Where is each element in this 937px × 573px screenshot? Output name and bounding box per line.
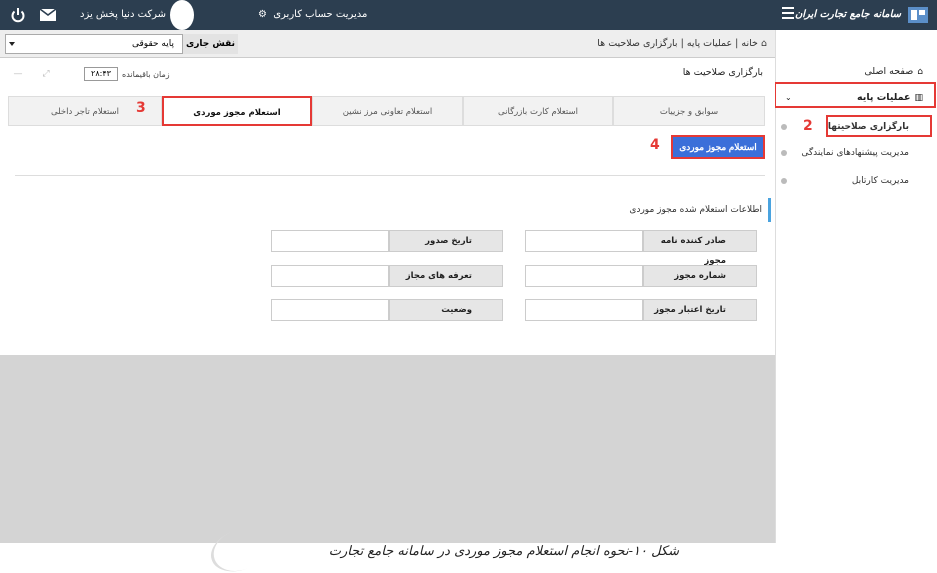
- page-title: بارگزاری صلاحیت ها: [682, 67, 763, 78]
- highlight-box: [774, 82, 936, 108]
- gear-icon: ⚙: [258, 9, 267, 20]
- breadcrumb-item[interactable]: بارگزاری صلاحیت ها: [597, 38, 677, 49]
- breadcrumb-separator: |: [732, 38, 739, 49]
- breadcrumb-separator: |: [677, 38, 684, 49]
- breadcrumb-item[interactable]: خانه: [741, 38, 758, 49]
- figure-caption: شکل ۱۰-نحوه انجام استعلام مجوز موردی در …: [328, 544, 679, 559]
- annotation-label: 2: [803, 118, 813, 134]
- expand-icon[interactable]: ⤢: [34, 66, 58, 82]
- mail-icon[interactable]: [40, 0, 56, 30]
- field-value: [525, 299, 643, 321]
- role-label: نقش جاری: [183, 34, 238, 54]
- field-value: [271, 265, 389, 287]
- sidebar-item-cartable[interactable]: مدیریت کارتابل: [775, 170, 937, 192]
- timer-value: ۲۸:۴۳: [84, 67, 118, 81]
- home-icon: ⌂: [917, 67, 923, 77]
- case-permit-inquiry-button[interactable]: استعلام مجوز موردی: [671, 135, 765, 159]
- brand-logo-icon: [908, 7, 928, 23]
- timer-label: زمان باقیمانده: [122, 70, 170, 79]
- field-label: شماره مجوز: [643, 265, 757, 287]
- minimize-icon[interactable]: —: [6, 66, 30, 82]
- field-label: صادر کننده نامه مجوز: [643, 230, 757, 266]
- chevron-down-icon: [9, 42, 15, 46]
- tab-records[interactable]: سوابق و جزییات: [613, 96, 765, 126]
- breadcrumb: ⌂ خانه | عملیات پایه | بارگزاری صلاحیت ه…: [597, 34, 767, 54]
- tab-commercial-card[interactable]: استعلام کارت بازرگانی: [463, 96, 613, 126]
- tab-bar: سوابق و جزییات استعلام کارت بازرگانی است…: [8, 96, 765, 126]
- tab-border-cooperative[interactable]: استعلام تعاونی مرز نشین: [312, 96, 463, 126]
- field-label: تاریخ اعتبار مجوز: [643, 299, 757, 321]
- account-management-link[interactable]: ⚙ مدیریت حساب کاربری: [258, 0, 371, 30]
- bullet-icon: [781, 150, 787, 156]
- breadcrumb-item[interactable]: عملیات پایه: [687, 38, 732, 49]
- field-label: تاریخ صدور: [389, 230, 503, 252]
- section-title: اطلاعات استعلام شده مجوز موردی: [628, 198, 771, 222]
- main-panel: بارگزاری صلاحیت ها زمان باقیمانده ۲۸:۴۳ …: [0, 58, 775, 355]
- sidebar-sub-label: مدیریت پیشنهادهای نمایندگی: [801, 148, 909, 158]
- field-value: [525, 265, 643, 287]
- power-icon[interactable]: [10, 0, 26, 30]
- field-value: [525, 230, 643, 252]
- field-label: تعرفه های مجاز: [389, 265, 503, 287]
- sidebar-item-home[interactable]: ⌂صفحه اصلی: [775, 60, 937, 84]
- field-value: [271, 299, 389, 321]
- top-bar: سامانه جامع تجارت ایران ⚙ مدیریت حساب کا…: [0, 0, 937, 30]
- brand-title: سامانه جامع تجارت ایران: [794, 9, 901, 20]
- annotation-label: 4: [650, 137, 660, 153]
- role-select[interactable]: پایه حقوقی: [5, 34, 183, 54]
- avatar[interactable]: [170, 0, 194, 30]
- field-label: وضعیت: [389, 299, 503, 321]
- company-name: شرکت دنیا پخش یزد: [80, 9, 167, 20]
- account-management-label: مدیریت حساب کاربری: [273, 9, 368, 20]
- sidebar-sub-label: مدیریت کارتابل: [851, 176, 909, 186]
- tab-case-permit[interactable]: استعلام مجوز موردی: [162, 96, 312, 126]
- bullet-icon: [781, 178, 787, 184]
- bullet-icon: [781, 124, 787, 130]
- annotation-label: 3: [136, 100, 146, 116]
- divider: [15, 175, 765, 176]
- menu-toggle-icon[interactable]: [782, 7, 794, 19]
- highlight-box: [826, 115, 932, 137]
- field-value: [271, 230, 389, 252]
- home-icon: ⌂: [760, 38, 767, 49]
- sidebar-home-label: صفحه اصلی: [864, 66, 914, 77]
- sidebar-item-agency-proposals[interactable]: مدیریت پیشنهادهای نمایندگی: [775, 142, 937, 164]
- role-select-value: پایه حقوقی: [131, 39, 174, 49]
